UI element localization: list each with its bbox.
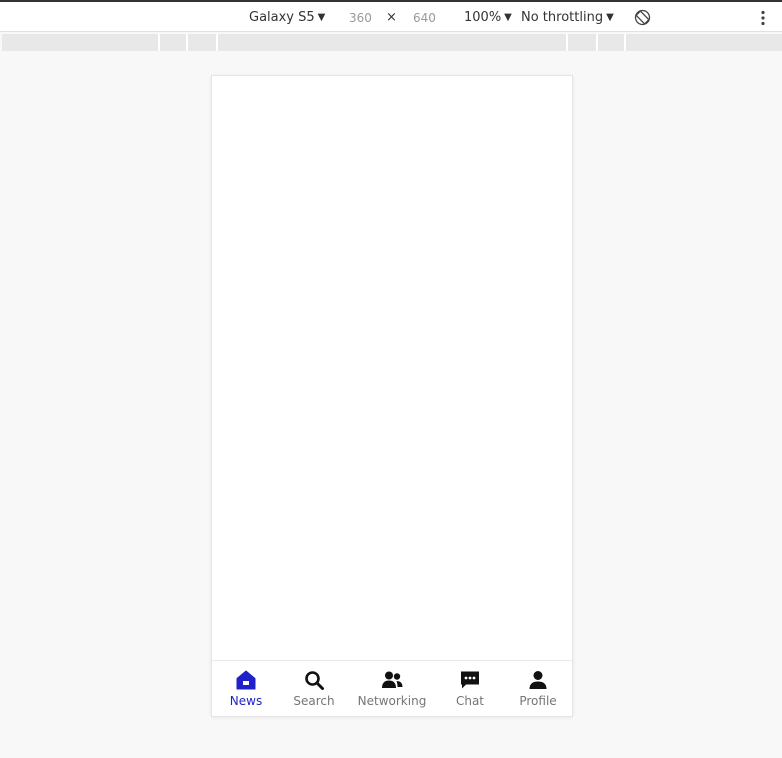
search-icon xyxy=(305,671,324,690)
ruler-tick xyxy=(186,34,188,51)
more-options-button[interactable] xyxy=(760,10,766,28)
device-name: Galaxy S5 xyxy=(249,10,315,25)
rotate-button[interactable] xyxy=(634,9,651,27)
media-query-bar[interactable] xyxy=(2,34,782,51)
ruler-tick xyxy=(216,34,218,51)
home-icon xyxy=(236,670,256,690)
device-toolbar: Galaxy S5 ▼ 360 × 640 100% ▼ No throttling… xyxy=(0,0,782,32)
ruler-tick xyxy=(566,34,568,51)
throttling-select[interactable]: No throttling ▼ xyxy=(521,9,614,27)
nav-label-profile: Profile xyxy=(519,694,557,708)
nav-label-search: Search xyxy=(293,694,335,708)
nav-item-news[interactable]: News xyxy=(212,661,280,717)
rotate-icon xyxy=(634,9,651,26)
nav-item-networking[interactable]: Networking xyxy=(348,661,436,717)
ruler-tick xyxy=(624,34,626,51)
throttling-value: No throttling xyxy=(521,10,604,25)
device-caret-icon: ▼ xyxy=(317,12,326,23)
throttling-caret-icon: ▼ xyxy=(606,12,614,23)
nav-item-profile[interactable]: Profile xyxy=(504,661,572,717)
nav-item-chat[interactable]: Chat xyxy=(436,661,504,717)
ruler-tick xyxy=(596,34,598,51)
device-viewport: News Search Networking Chat Profile xyxy=(211,75,573,717)
people-icon xyxy=(382,671,403,688)
zoom-caret-icon: ▼ xyxy=(504,12,512,23)
chat-icon xyxy=(461,671,479,689)
more-vert-icon xyxy=(761,10,765,26)
page-content xyxy=(212,76,572,660)
nav-label-chat: Chat xyxy=(455,694,485,708)
nav-label-networking: Networking xyxy=(357,694,427,708)
ruler-tick xyxy=(158,34,160,51)
height-input[interactable]: 640 xyxy=(413,9,436,27)
zoom-select[interactable]: 100% ▼ xyxy=(464,9,512,27)
nav-item-search[interactable]: Search xyxy=(280,661,348,717)
zoom-value: 100% xyxy=(464,10,502,25)
device-select[interactable]: Galaxy S5 ▼ xyxy=(249,9,325,27)
width-input[interactable]: 360 xyxy=(349,9,372,27)
person-icon xyxy=(529,671,547,689)
dimension-separator: × xyxy=(386,10,397,25)
nav-label-news: News xyxy=(229,694,263,708)
bottom-navigation: News Search Networking Chat Profile xyxy=(212,660,572,716)
